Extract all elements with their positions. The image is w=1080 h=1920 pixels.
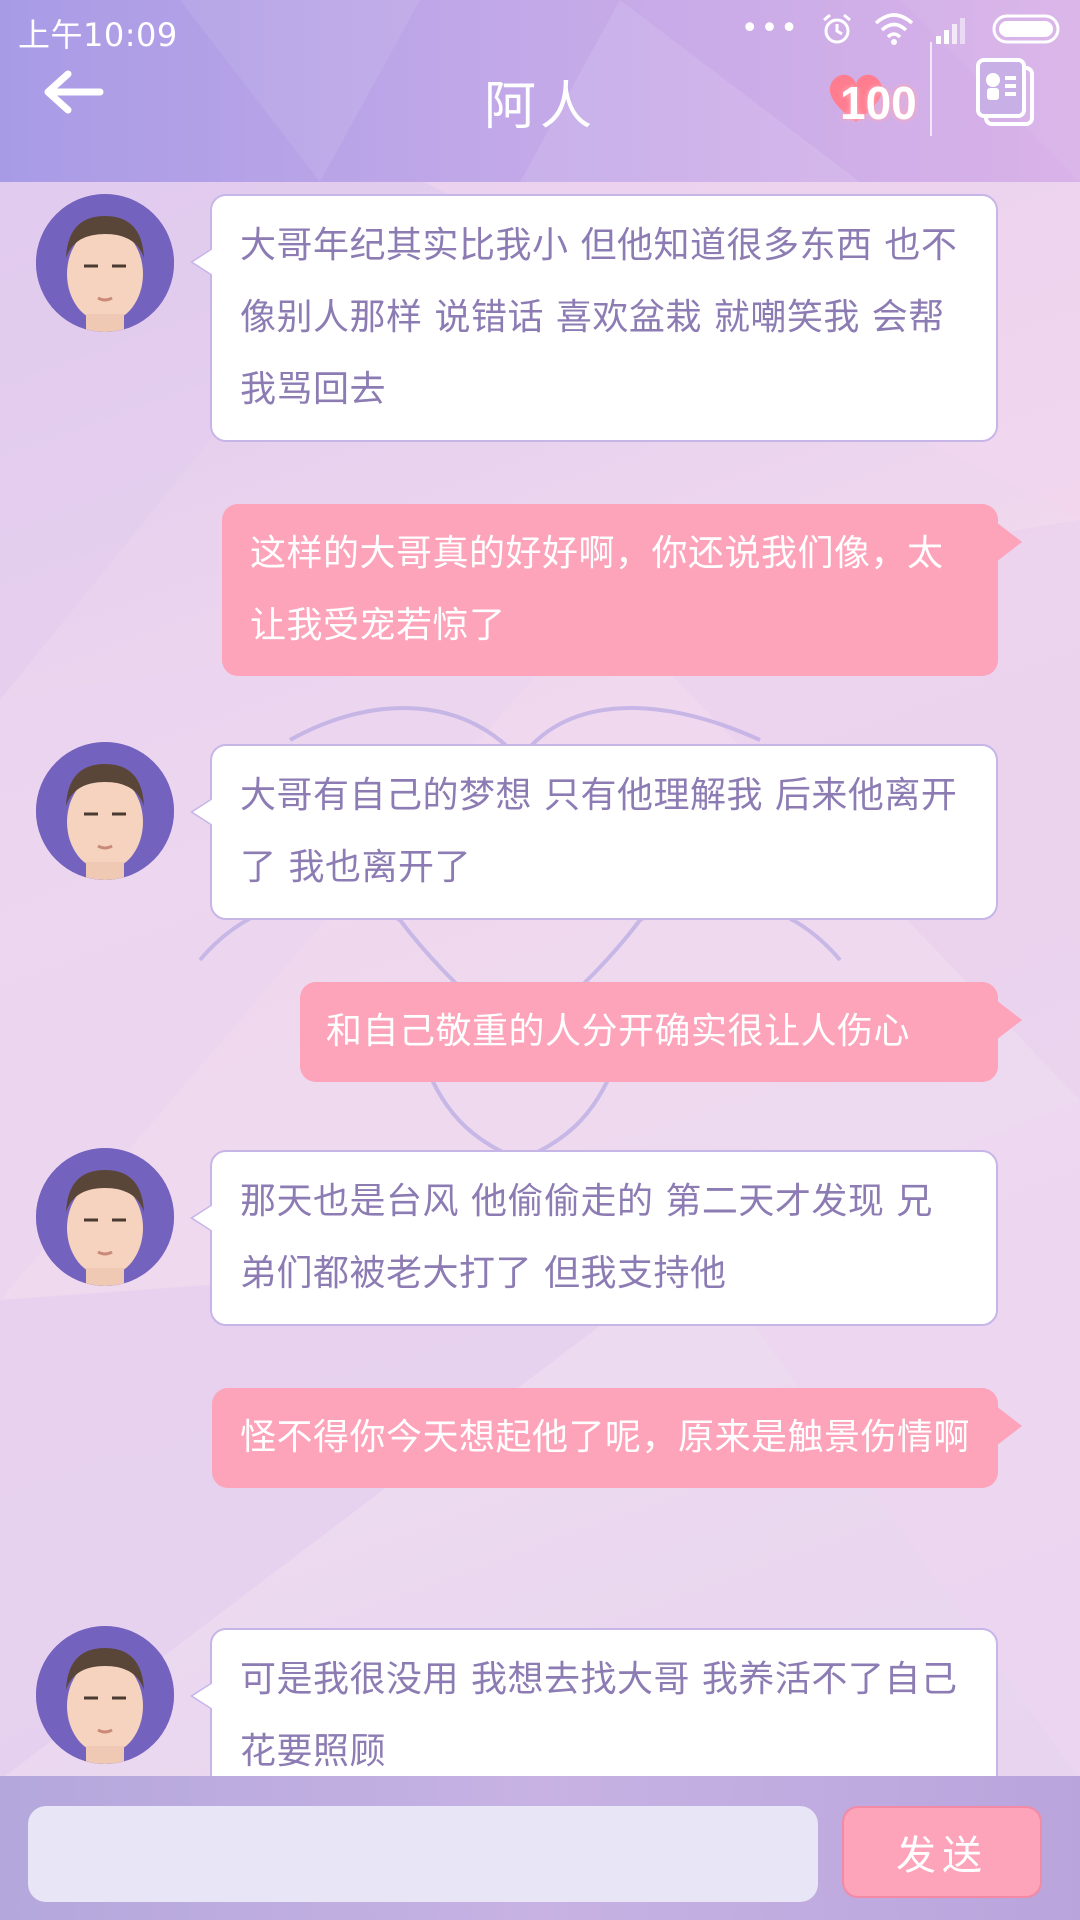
affection-count: 100 [840,77,917,129]
affection-counter[interactable]: 100 [826,66,926,136]
status-time: 上午10:09 [18,16,178,54]
contact-card-icon [976,58,1034,126]
avatar-portrait [36,1626,174,1764]
battery-icon [992,14,1060,44]
wifi-icon [874,13,914,45]
outgoing-message: 这样的大哥真的好好啊，你还说我们像，太让我受宠若惊了 [222,504,1022,676]
signal-icon [936,18,965,44]
avatar-portrait [36,1148,174,1286]
header-divider [930,42,932,136]
avatar-portrait [36,194,174,332]
incoming-message: 大哥有自己的梦想 只有他理解我 后来他离开了 我也离开了 [190,744,998,920]
contact-avatar[interactable] [36,1148,174,1286]
outgoing-message: 和自己敬重的人分开确实很让人伤心 [300,982,1022,1082]
avatar-portrait [36,742,174,880]
incoming-message: 那天也是台风 他偷偷走的 第二天才发现 兄弟们都被老大打了 但我支持他 [190,1150,998,1326]
profile-button[interactable] [974,58,1040,128]
alarm-icon [823,13,851,44]
contact-avatar[interactable] [36,1626,174,1764]
input-bar: 发送 [0,1776,1080,1920]
incoming-message: 可是我很没用 我想去找大哥 我养活不了自己 花要照顾 [190,1628,998,1776]
send-button[interactable]: 发送 [842,1806,1042,1898]
incoming-message: 大哥年纪其实比我小 但他知道很多东西 也不像别人那样 说错话 喜欢盆栽 就嘲笑我… [190,194,998,442]
chat-area[interactable]: 大哥年纪其实比我小 但他知道很多东西 也不像别人那样 说错话 喜欢盆栽 就嘲笑我… [0,182,1080,1776]
message-input[interactable] [28,1806,818,1902]
status-bar: 上午10:09 ••• [0,0,1080,56]
contact-avatar[interactable] [36,742,174,880]
contact-avatar[interactable] [36,194,174,332]
outgoing-message: 怪不得你今天想起他了呢，原来是触景伤情啊 [212,1388,1022,1488]
more-dots-icon: ••• [740,11,800,46]
